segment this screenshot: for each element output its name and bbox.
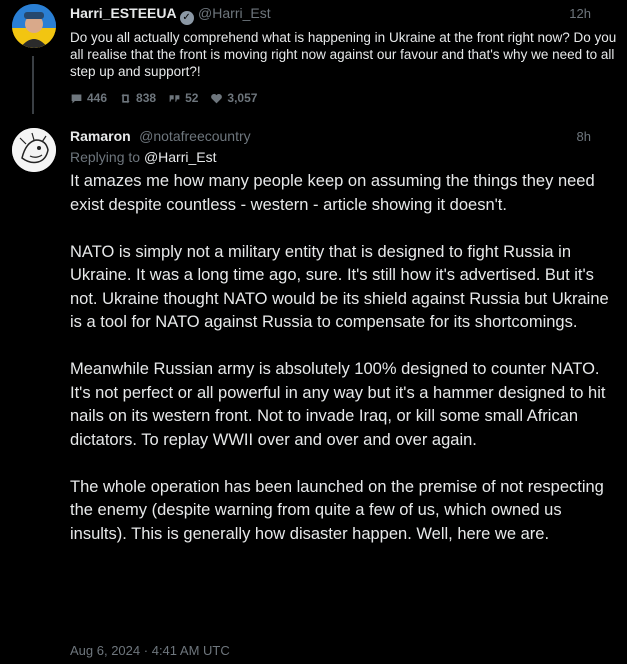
- like-count: 3,057: [227, 91, 258, 105]
- timestamp-separator: ·: [143, 643, 149, 658]
- tweet1-header: Harri_ESTEEUA ✓ @Harri_Est: [70, 5, 271, 25]
- heart-icon: [211, 93, 223, 103]
- reply-icon: [71, 93, 82, 103]
- tweet2-display-name[interactable]: Ramaron: [70, 128, 131, 144]
- avatar-ramaron-image: [12, 128, 56, 172]
- tweet1-handle[interactable]: @Harri_Est: [198, 5, 271, 21]
- like-stat[interactable]: 3,057: [210, 91, 257, 105]
- quote-stat[interactable]: 52: [168, 91, 198, 105]
- quote-icon: [169, 94, 180, 102]
- tweet2-paragraph: NATO is simply not a military entity tha…: [70, 242, 609, 332]
- tweet2-timestamp[interactable]: Aug 6, 2024 · 4:41 AM UTC: [70, 643, 230, 658]
- tweet1-display-name[interactable]: Harri_ESTEEUA: [70, 5, 177, 21]
- quote-count: 52: [185, 91, 199, 105]
- tweet2-header: Ramaron @notafreecountry: [70, 128, 251, 146]
- tweet2-paragraph: Meanwhile Russian army is absolutely 100…: [70, 360, 606, 449]
- tweet2-paragraph: The whole operation has been launched on…: [70, 477, 604, 543]
- tweet2-time[interactable]: 8h: [577, 129, 591, 144]
- replying-to-mention[interactable]: @Harri_Est: [144, 149, 217, 165]
- avatar-harri-image: [12, 4, 56, 48]
- tweet2-date: Aug 6, 2024: [70, 643, 141, 658]
- reply-count: 446: [87, 91, 108, 105]
- replying-prefix: Replying to: [70, 149, 141, 165]
- retweet-count: 838: [136, 91, 157, 105]
- avatar-ramaron[interactable]: [12, 128, 56, 172]
- tweet2-paragraph: It amazes me how many people keep on ass…: [70, 172, 595, 214]
- retweet-icon: [121, 93, 130, 103]
- avatar-harri[interactable]: [12, 4, 56, 48]
- verified-badge-icon: ✓: [179, 11, 194, 25]
- replying-to-line: Replying to @Harri_Est: [70, 149, 217, 165]
- tweet1-stats: 446 838 52 3,057: [70, 91, 257, 105]
- tweet1-time[interactable]: 12h: [569, 6, 591, 21]
- tweet1-text: Do you all actually comprehend what is h…: [70, 30, 617, 79]
- thread-connector: [32, 56, 34, 114]
- tweet2-clock: 4:41 AM UTC: [151, 643, 230, 658]
- tweet2-body: It amazes me how many people keep on ass…: [70, 170, 620, 570]
- reply-stat[interactable]: 446: [70, 91, 107, 105]
- tweet2-handle[interactable]: @notafreecountry: [139, 128, 251, 144]
- retweet-stat[interactable]: 838: [119, 91, 156, 105]
